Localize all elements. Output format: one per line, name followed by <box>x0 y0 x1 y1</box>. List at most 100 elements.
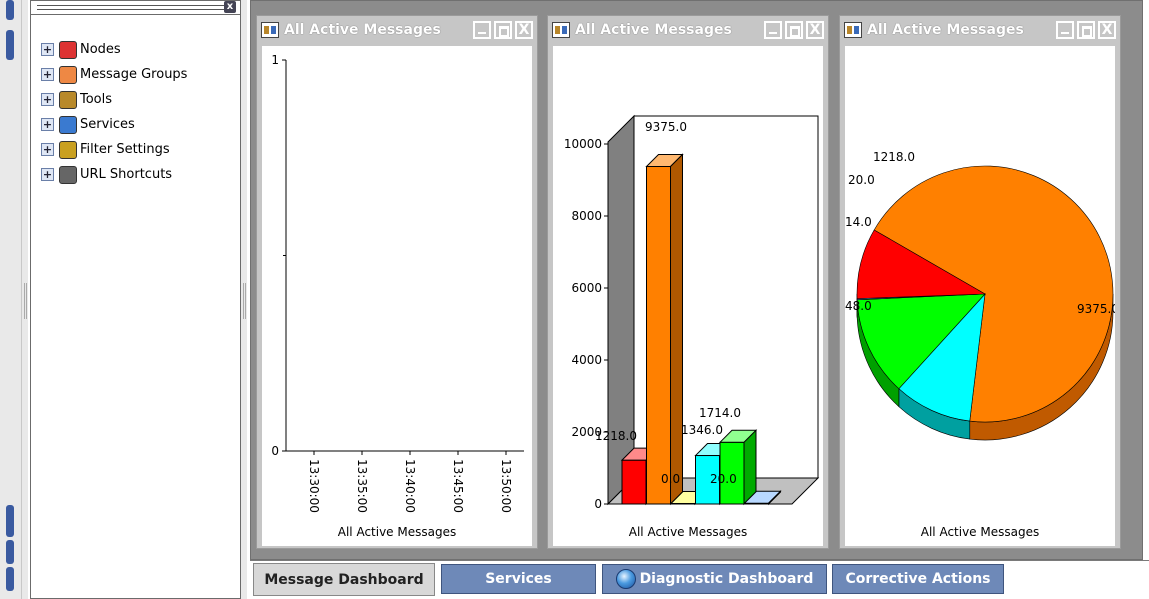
panel-titlebar[interactable]: All Active Messages X <box>548 16 828 44</box>
nodes-icon <box>59 40 77 59</box>
panel-title: All Active Messages <box>575 22 732 38</box>
tree-item-label: URL Shortcuts <box>80 167 173 182</box>
tree-item[interactable]: + Message Groups <box>41 62 187 87</box>
dashboard-tabs: Message Dashboard Services Diagnostic Da… <box>250 560 1149 599</box>
message-groups-icon <box>59 65 77 84</box>
pie-slice-label: 48.0 <box>845 299 872 313</box>
close-button[interactable]: X <box>806 21 824 39</box>
strip-notch <box>6 567 14 591</box>
y-tick-label: 8000 <box>571 209 602 223</box>
maximize-button[interactable] <box>1077 21 1095 39</box>
y-tick-label: 0 <box>271 444 279 458</box>
tab-services[interactable]: Services <box>441 564 596 594</box>
bar-data-label: 1346.0 <box>681 423 723 437</box>
close-button[interactable]: X <box>1098 21 1116 39</box>
strip-notch <box>6 30 14 60</box>
x-tick-label: 13:40:00 <box>403 459 417 513</box>
line-chart-panel: All Active Messages X 0 1 13:30:00 13:35:00… <box>256 15 538 549</box>
bar-data-label: 0.0 <box>661 472 680 486</box>
pie-slice-label: 14.0 <box>845 215 872 229</box>
line-chart: 0 1 13:30:00 13:35:00 13:40:00 13:45:00 13:50:… <box>262 46 532 546</box>
tree-splitter[interactable] <box>241 0 247 599</box>
x-tick-label: 13:30:00 <box>307 459 321 513</box>
bar <box>621 459 647 505</box>
pie-slice-label: 20.0 <box>848 173 875 187</box>
tree-titlebar[interactable]: x <box>31 1 240 15</box>
y-tick-label: 6000 <box>571 281 602 295</box>
close-button[interactable]: X <box>515 21 533 39</box>
bar-chart-svg: 02000400060008000100001218.09375.00.0134… <box>564 114 820 539</box>
services-icon <box>59 115 77 134</box>
filter-settings-icon <box>59 140 77 159</box>
expand-icon[interactable]: + <box>41 43 54 56</box>
y-tick-label: 4000 <box>571 353 602 367</box>
grip-handle[interactable] <box>24 283 27 319</box>
pie-chart: 9375.0 48.0 14.0 20.0 1218.0 All Active Messa… <box>845 46 1115 546</box>
tree-item[interactable]: + Nodes <box>41 37 187 62</box>
tree-list: + Nodes + Message Groups + Tools + Services + Fil… <box>41 37 187 187</box>
x-tick-label: 13:50:00 <box>499 459 513 513</box>
tree-item[interactable]: + URL Shortcuts <box>41 162 187 187</box>
tab-corrective-actions[interactable]: Corrective Actions <box>832 564 1004 594</box>
expand-icon[interactable]: + <box>41 168 54 181</box>
pie-slice-label: 1218.0 <box>873 150 915 164</box>
tab-label: Corrective Actions <box>845 571 991 587</box>
x-axis-title: All Active Messages <box>629 525 747 539</box>
expand-icon[interactable]: + <box>41 118 54 131</box>
chart-window-icon <box>552 22 570 38</box>
tree-item-label: Nodes <box>80 42 121 57</box>
minimize-button[interactable] <box>764 21 782 39</box>
expand-icon[interactable]: + <box>41 93 54 106</box>
chart-window-icon <box>844 22 862 38</box>
strip-notch <box>6 505 14 537</box>
tab-message-dashboard[interactable]: Message Dashboard <box>253 563 435 596</box>
dashboard-workspace: All Active Messages X 0 1 13:30:00 13:35:00… <box>250 0 1143 560</box>
panel-titlebar[interactable]: All Active Messages X <box>257 16 537 44</box>
y-tick-label: 10000 <box>564 137 602 151</box>
minimize-button[interactable] <box>473 21 491 39</box>
pie-chart-panel: All Active Messages X 9375.0 48.0 14.0 20.0… <box>839 15 1121 549</box>
y-tick-label: 1 <box>271 53 279 67</box>
expand-icon[interactable]: + <box>41 143 54 156</box>
bar-chart: 0 2000 4000 6000 8000 10000 1218.0 9375.0 0.0 134… <box>553 46 823 546</box>
expand-icon[interactable]: + <box>41 68 54 81</box>
tree-item[interactable]: + Services <box>41 112 187 137</box>
tree-item[interactable]: + Tools <box>41 87 187 112</box>
panel-title: All Active Messages <box>867 22 1024 38</box>
bar-data-label: 20.0 <box>710 472 737 486</box>
panel-titlebar[interactable]: All Active Messages X <box>840 16 1120 44</box>
navigation-tree-panel: x + Nodes + Message Groups + Tools + Services + F… <box>30 0 241 599</box>
y-tick-label: 0 <box>594 497 602 511</box>
globe-icon <box>615 569 636 589</box>
pie-slice-label: 9375.0 <box>1077 302 1115 316</box>
tab-diagnostic-dashboard[interactable]: Diagnostic Dashboard <box>602 564 827 594</box>
bar-chart-panel: All Active Messages X 0 2000 4000 6000 8000 1… <box>547 15 829 549</box>
bar-data-label: 1218.0 <box>595 429 637 443</box>
strip-notch <box>6 0 14 20</box>
bar-data-label: 9375.0 <box>645 120 687 134</box>
left-splitter[interactable] <box>22 0 28 599</box>
tab-label: Diagnostic Dashboard <box>639 571 814 587</box>
maximize-button[interactable] <box>785 21 803 39</box>
bar-side <box>670 153 683 506</box>
side-wall <box>607 114 635 506</box>
tree-item-label: Message Groups <box>80 67 188 82</box>
panel-title: All Active Messages <box>284 22 441 38</box>
pie-chart-svg: 9375.0 48.0 14.0 20.0 1218.0 All Active Messa… <box>845 150 1115 539</box>
left-edge-strip <box>0 0 22 599</box>
url-shortcuts-icon <box>59 165 77 184</box>
tab-label: Services <box>485 571 552 587</box>
tab-label: Message Dashboard <box>264 571 424 588</box>
tree-item[interactable]: + Filter Settings <box>41 137 187 162</box>
tree-item-label: Filter Settings <box>80 142 170 157</box>
drag-handle[interactable] <box>37 5 225 10</box>
tree-item-label: Tools <box>80 92 113 107</box>
maximize-button[interactable] <box>494 21 512 39</box>
strip-notch <box>6 540 14 564</box>
bar <box>646 166 671 505</box>
chart-window-icon <box>261 22 279 38</box>
bar-data-label: 1714.0 <box>699 406 741 420</box>
minimize-button[interactable] <box>1056 21 1074 39</box>
grip-handle[interactable] <box>243 283 246 319</box>
close-icon[interactable]: x <box>224 1 236 13</box>
